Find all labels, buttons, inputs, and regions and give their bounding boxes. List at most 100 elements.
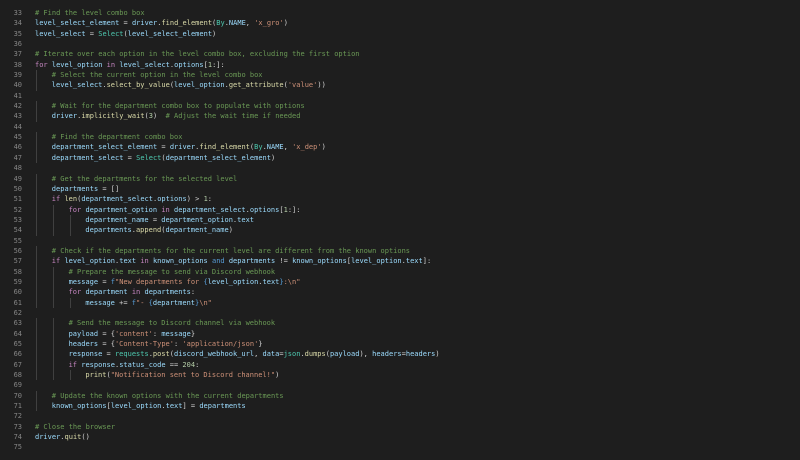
line-text: print("Notification sent to Discord chan… bbox=[85, 370, 279, 380]
code-token: if bbox=[51, 257, 61, 266]
code-line[interactable]: 39 # Select the current option in the lev… bbox=[0, 70, 800, 81]
line-number: 49 bbox=[13, 174, 22, 183]
code-line[interactable]: 35 level_select = Select(level_select_ele… bbox=[0, 29, 800, 39]
code-line[interactable]: 60 for department in departments: bbox=[0, 287, 800, 298]
code-token: department_name bbox=[85, 215, 149, 224]
code-token: # Iterate over each option in the level … bbox=[35, 50, 360, 59]
line-number: 33 bbox=[13, 9, 22, 17]
code-token: } bbox=[258, 340, 263, 348]
indent-guide bbox=[36, 80, 37, 91]
code-line[interactable]: 37 # Iterate over each option in the leve… bbox=[0, 49, 800, 59]
code-line[interactable]: 61 message += f"- {department}\n" bbox=[0, 297, 800, 308]
code-token: 204 bbox=[182, 360, 196, 369]
code-line[interactable]: 46 department_select_element = driver.fin… bbox=[0, 142, 800, 153]
indent-guide bbox=[36, 194, 37, 205]
code-token: status_code bbox=[119, 360, 166, 369]
code-token: = bbox=[98, 277, 111, 286]
code-line[interactable]: 55 bbox=[0, 236, 800, 246]
line-number: 48 bbox=[13, 164, 22, 173]
code-line[interactable]: 62 bbox=[0, 308, 800, 318]
code-token: : bbox=[207, 195, 213, 204]
code-line[interactable]: 75 bbox=[0, 442, 800, 452]
line-number: 47 bbox=[13, 153, 22, 162]
code-token: # Send the message to Discord channel vi… bbox=[68, 319, 276, 328]
line-number: 50 bbox=[13, 184, 22, 193]
code-line[interactable]: 36 bbox=[0, 39, 800, 49]
code-line[interactable]: 63 # Send the message to Discord channel … bbox=[0, 318, 800, 329]
code-line[interactable]: 43 driver.implicitly_wait(3) # Adjust the… bbox=[0, 111, 800, 122]
indent-guide bbox=[36, 318, 37, 329]
code-token: driver bbox=[131, 19, 158, 28]
code-line[interactable]: 48 bbox=[0, 163, 800, 173]
code-line[interactable]: 64 payload = {'content': message} bbox=[0, 328, 800, 339]
code-line[interactable]: 52 for department_option in department_se… bbox=[0, 204, 800, 215]
line-number: 45 bbox=[13, 133, 22, 142]
code-line[interactable]: 40 level_select.select_by_value(level_opt… bbox=[0, 80, 800, 91]
code-line[interactable]: 73 # Close the browser bbox=[0, 422, 800, 432]
code-line[interactable]: 71 known_options[level_option.text] = dep… bbox=[0, 401, 800, 412]
line-text: driver.implicitly_wait(3) # Adjust the w… bbox=[52, 111, 301, 121]
code-line[interactable]: 33 # Find the level combo box bbox=[0, 8, 800, 18]
code-line[interactable]: 54 departments.append(department_name) bbox=[0, 225, 800, 236]
code-token: for bbox=[68, 288, 82, 297]
indent-guide bbox=[52, 339, 54, 350]
code-token: = bbox=[123, 153, 137, 162]
code-line[interactable]: 44 bbox=[0, 122, 800, 132]
code-token: )) bbox=[317, 81, 326, 90]
code-token: response bbox=[81, 360, 115, 369]
code-line[interactable]: 56 # Check if the departments for the cur… bbox=[0, 245, 800, 257]
indent-guide bbox=[36, 339, 37, 350]
code-token: departments bbox=[144, 288, 191, 297]
indent-guide bbox=[52, 318, 54, 329]
code-token: # Check if the departments for the curre… bbox=[51, 246, 411, 255]
code-line[interactable]: 65 headers = {'Content-Type': 'applicatio… bbox=[0, 339, 800, 350]
code-line[interactable]: 59 message = f"New departments for {level… bbox=[0, 276, 800, 288]
code-line[interactable]: 50 departments = [] bbox=[0, 183, 800, 195]
code-token: requests bbox=[114, 350, 149, 359]
code-line[interactable]: 41 bbox=[0, 91, 800, 101]
line-text: payload = {'content': message} bbox=[69, 329, 195, 339]
code-line[interactable]: 47 department_select = Select(department_… bbox=[0, 152, 800, 164]
indent-guide bbox=[69, 297, 71, 308]
code-line[interactable]: 69 bbox=[0, 380, 800, 390]
code-token: in bbox=[136, 257, 153, 266]
line-number: 52 bbox=[13, 205, 22, 214]
indent-guide bbox=[36, 152, 37, 164]
code-line[interactable]: 51 if len(department_select.options) > 1: bbox=[0, 194, 800, 205]
code-line[interactable]: 67 if response.status_code == 204: bbox=[0, 359, 800, 371]
code-line[interactable]: 58 # Prepare the message to send via Disc… bbox=[0, 266, 800, 277]
code-line[interactable]: 34 level_select_element = driver.find_ele… bbox=[0, 18, 800, 28]
code-token: level_option bbox=[351, 257, 402, 266]
line-text: for level_option in level_select.options… bbox=[35, 60, 225, 70]
code-token: append bbox=[135, 226, 162, 235]
indent-guide bbox=[52, 204, 54, 215]
code-token: known_options bbox=[292, 257, 347, 266]
code-token: level_select bbox=[51, 81, 103, 90]
code-token: :\n" bbox=[283, 277, 301, 286]
code-token: = { bbox=[98, 340, 115, 348]
code-line[interactable]: 66 response = requests.post(discord_webho… bbox=[0, 349, 800, 360]
code-line[interactable]: 49 # Get the departments for the selected… bbox=[0, 173, 800, 184]
code-line[interactable]: 38 for level_option in level_select.optio… bbox=[0, 60, 800, 70]
indent-guide bbox=[52, 266, 54, 277]
line-number: 51 bbox=[13, 195, 22, 204]
indent-guide bbox=[36, 390, 37, 402]
indent-guide bbox=[52, 370, 54, 381]
line-number: 64 bbox=[13, 329, 22, 338]
code-line[interactable]: 70 # Update the known options with the cu… bbox=[0, 390, 800, 402]
code-token: print bbox=[85, 371, 107, 380]
code-line[interactable]: 57 if level_option.text in known_options … bbox=[0, 256, 800, 267]
code-line[interactable]: 45 # Find the department combo box bbox=[0, 132, 800, 143]
code-line[interactable]: 74 driver.quit() bbox=[0, 432, 800, 442]
code-line[interactable]: 72 bbox=[0, 411, 800, 421]
code-token: select_by_value bbox=[106, 81, 170, 90]
code-line[interactable]: 53 department_name = department_option.te… bbox=[0, 214, 800, 226]
code-area[interactable]: 33 # Find the level combo box 34 level_sele… bbox=[0, 8, 800, 453]
code-line[interactable]: 68 print("Notification sent to Discord ch… bbox=[0, 370, 800, 381]
line-text: message = f"New departments for {level_o… bbox=[69, 277, 301, 287]
code-editor[interactable]: 33 # Find the level combo box 34 level_sele… bbox=[0, 0, 800, 460]
line-number: 74 bbox=[13, 433, 22, 442]
code-token: ) bbox=[228, 226, 233, 235]
line-number: 67 bbox=[13, 360, 22, 369]
code-line[interactable]: 42 # Wait for the department combo box to… bbox=[0, 101, 800, 112]
